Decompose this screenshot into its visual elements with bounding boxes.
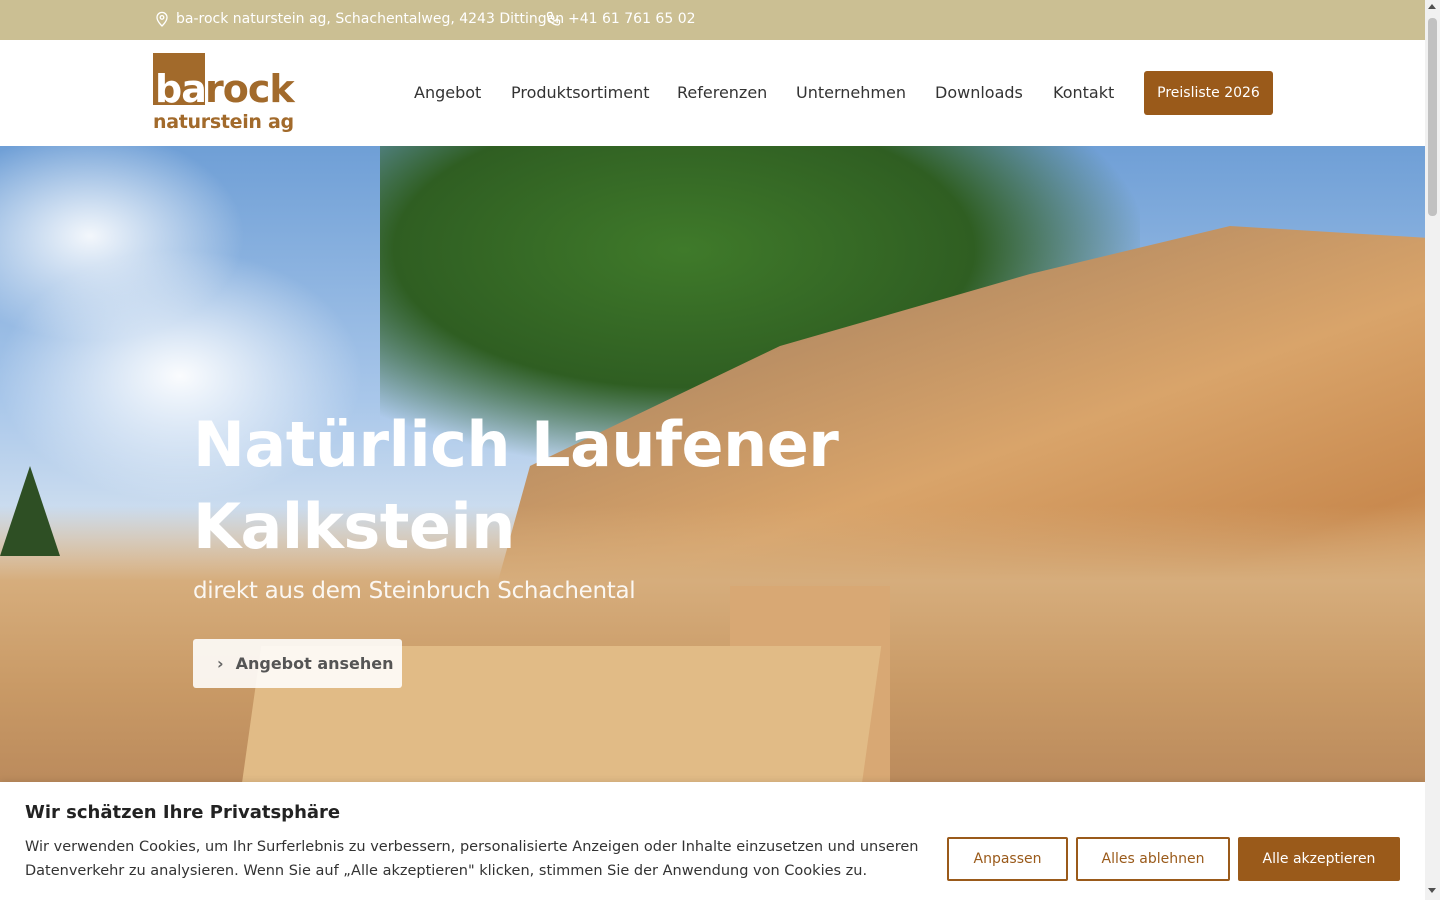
pricelist-button[interactable]: Preisliste 2026	[1144, 71, 1273, 115]
nav-item-angebot[interactable]: Angebot	[414, 83, 481, 102]
phone-item[interactable]: +41 61 761 65 02	[546, 11, 696, 27]
scrollbar-thumb[interactable]	[1428, 18, 1437, 216]
hero-title-line2: Kalkstein	[193, 490, 515, 563]
logo[interactable]: ba rock naturstein ag	[153, 53, 303, 135]
logo-text-ba: ba	[155, 67, 207, 111]
hero-title-line1: Natürlich Laufener	[193, 408, 839, 481]
phone-text: +41 61 761 65 02	[568, 11, 696, 27]
hero-title: Natürlich Laufener Kalkstein	[193, 404, 893, 568]
cookie-accept-button[interactable]: Alle akzeptieren	[1238, 837, 1400, 881]
nav-item-produktsortiment[interactable]: Produktsortiment	[511, 83, 649, 102]
cookie-title: Wir schätzen Ihre Privatsphäre	[25, 802, 341, 823]
address-item[interactable]: ba-rock naturstein ag, Schachentalweg, 4…	[154, 11, 564, 27]
cookie-reject-button[interactable]: Alles ablehnen	[1076, 837, 1230, 881]
address-text: ba-rock naturstein ag, Schachentalweg, 4…	[176, 11, 565, 27]
view-offer-button[interactable]: › Angebot ansehen	[193, 639, 402, 688]
hero-subtitle: direkt aus dem Steinbruch Schachental	[193, 578, 636, 604]
page-scrollbar[interactable]	[1425, 0, 1440, 900]
site-header: ba rock naturstein ag Angebot Produktsor…	[0, 40, 1425, 146]
hero-section: Natürlich Laufener Kalkstein direkt aus …	[0, 146, 1425, 786]
scroll-down-icon[interactable]	[1428, 888, 1436, 893]
chevron-right-icon: ›	[217, 654, 224, 673]
phone-icon	[546, 11, 561, 26]
nav-item-downloads[interactable]: Downloads	[935, 83, 1023, 102]
cookie-banner: Wir schätzen Ihre Privatsphäre Wir verwe…	[0, 782, 1425, 900]
top-info-bar: ba-rock naturstein ag, Schachentalweg, 4…	[0, 0, 1425, 40]
scroll-up-icon[interactable]	[1428, 4, 1436, 9]
logo-subline: naturstein ag	[153, 111, 294, 133]
view-offer-label: Angebot ansehen	[235, 654, 394, 673]
nav-item-unternehmen[interactable]: Unternehmen	[796, 83, 906, 102]
cookie-text: Wir verwenden Cookies, um Ihr Surferlebn…	[25, 839, 919, 879]
logo-text-rock: rock	[205, 67, 295, 111]
nav-item-kontakt[interactable]: Kontakt	[1053, 83, 1114, 102]
nav-item-referenzen[interactable]: Referenzen	[677, 83, 767, 102]
cookie-customize-button[interactable]: Anpassen	[947, 837, 1068, 881]
map-pin-icon	[156, 11, 168, 27]
